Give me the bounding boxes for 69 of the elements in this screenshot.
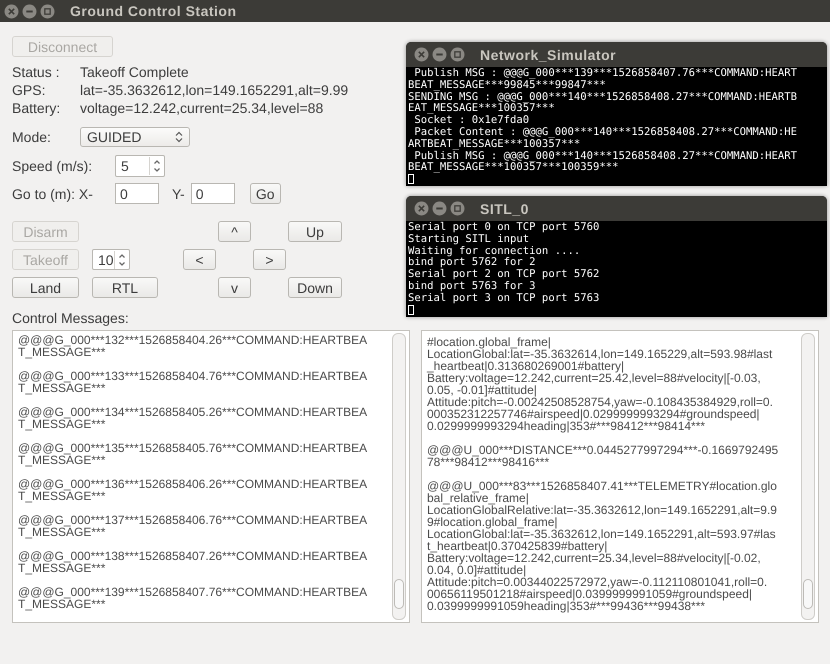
y-label: Y-: [172, 186, 185, 202]
maximize-icon[interactable]: [450, 201, 465, 216]
status-value: voltage=12.242,current=25.34,level=88: [80, 99, 324, 117]
terminal-line: ARTBEAT_MESSAGE***100357***: [408, 138, 582, 150]
terminal-line: Publish MSG : @@@G_000***139***1526858407.76***COMMAND:HEART: [413, 68, 798, 80]
up-down-arrows-icon: [175, 131, 183, 143]
message-text: @@@G_000***133***1526858404.76***COMMAND:HEARTBEA T_MESSAGE***: [18, 370, 368, 394]
message-text: @@@U_000***83***1526858407.41***TELEMETRY#location.glo bal_relative_frame| LocationGlobalRelative:lat=-35.3632612,lon=149.1652291,alt=9.9 9#location.global_frame| LocationGlobal:lat=-35.3632612,lon=149.1652291,alt=593.97#las t_heartbeat|0.370425839#battery| Battery:voltage=12.242,current=25.34,level=88#velocity|[-0.02, 0.04, 0.0]#attitude| Attitude:pitch=0.00344022572972,yaw=-0.112110801041,roll=0. 00656119501218#airspeed|0.0399999991059#groundspeed| 0.0399999991059heading|353#***99436***99438***: [427, 480, 777, 612]
terminal-line: bind port 5762 for 2: [408, 257, 537, 269]
control-button[interactable]: <: [183, 249, 216, 270]
control-messages-label: Control Messages:: [12, 310, 129, 326]
speed-label: Speed (m/s):: [12, 158, 94, 174]
terminal-line: Packet Content : @@@G_000***140***1526858408.27***COMMAND:HE: [413, 126, 798, 139]
status-value: lat=-35.3632612,lon=149.1652291,alt=9.99: [80, 81, 348, 99]
terminal-line: Serial port 3 on TCP port 5763: [408, 292, 600, 305]
scrollbar[interactable]: [392, 333, 406, 620]
close-icon[interactable]: [4, 4, 19, 18]
takeoff-altitude-spinbox[interactable]: 10: [92, 249, 130, 270]
message-text: @@@G_000***134***1526858405.26***COMMAND:HEARTBEA T_MESSAGE***: [18, 406, 368, 430]
message-text: @@@G_000***136***1526858406.26***COMMAND:HEARTBEA T_MESSAGE***: [18, 478, 368, 502]
mode-dropdown[interactable]: GUIDED: [80, 127, 190, 147]
control-button[interactable]: Land: [12, 277, 79, 298]
terminal-line: Socket : 0x1e7fda0: [413, 115, 530, 127]
terminal-line: BEAT_MESSAGE***100357***100359***: [408, 162, 618, 174]
control-button[interactable]: Up: [288, 221, 342, 242]
y-input-field[interactable]: 0: [190, 183, 235, 204]
message-text: @@@U_000***DISTANCE***0.0445277997294***-0.1669792495 78***98412***98416***: [427, 444, 778, 468]
mode-label: Mode:: [12, 129, 52, 145]
minimize-icon[interactable]: [432, 47, 447, 62]
go-button[interactable]: Go: [250, 183, 281, 204]
terminal-line: Waiting for connection ....: [408, 246, 582, 257]
message-text: @@@G_000***139***1526858407.76***COMMAND:HEARTBEA T_MESSAGE***: [18, 586, 368, 610]
message-text: @@@G_000***137***1526858406.76***COMMAND:HEARTBEA T_MESSAGE***: [18, 514, 368, 538]
message-text: @@@G_000***135***1526858405.76***COMMAND:HEARTBEA T_MESSAGE***: [18, 442, 368, 466]
x-input-field[interactable]: 0: [115, 183, 159, 204]
status-label: Battery:: [12, 99, 62, 117]
status-value: Takeoff Complete: [80, 63, 190, 81]
maximize-icon[interactable]: [450, 47, 465, 62]
terminal-line: Publish MSG : @@@G_000***140***1526858408.27***COMMAND:HEART: [413, 150, 798, 162]
terminal-line: bind port 5763 for 3: [408, 280, 537, 292]
message-text: @@@G_000***138***1526858407.26***COMMAND:HEARTBEA T_MESSAGE***: [18, 550, 368, 574]
terminal-line: EAT_MESSAGE***100357***: [408, 103, 555, 115]
minimize-icon[interactable]: [432, 201, 447, 216]
terminal-line: SENDING MSG : @@@G_000***140***1526858408.27***COMMAND:HEARTB: [408, 92, 798, 104]
maximize-icon[interactable]: [40, 4, 55, 18]
minimize-icon[interactable]: [22, 4, 37, 18]
cursor-icon: [408, 304, 414, 315]
terminal-line: BEAT_MESSAGE***99845***99847***: [408, 80, 607, 92]
cursor-icon: [408, 174, 414, 184]
close-icon[interactable]: [414, 47, 429, 62]
control-button[interactable]: v: [218, 277, 251, 298]
message-text: #location.global_frame| LocationGlobal:lat=-35.3632614,lon=149.165229,alt=593.98#last _heartbeat|0.313680269001#battery| Battery:voltage=12.242,current=25.42,level=88#velocity|[-0.03, 0.05, -0.01]#attitude| Attitude:pitch=-0.00242508528754,yaw=-0.108435384929,roll=0. 000352312257746#airspeed|0.0299999993294#groundspeed| 0.0299999993294heading|353#***98412***98414***: [427, 336, 773, 432]
terminal-line: Starting SITL input: [408, 234, 530, 245]
terminal-line: Serial port 0 on TCP port 5760: [408, 222, 600, 234]
control-button[interactable]: >: [253, 249, 286, 270]
status-label: GPS:: [12, 81, 46, 99]
message-text: @@@G_000***132***1526858404.26***COMMAND:HEARTBEA T_MESSAGE***: [18, 334, 368, 358]
close-icon[interactable]: [414, 201, 429, 216]
window-title: Network_Simulator: [480, 46, 616, 62]
scrollbar[interactable]: [801, 333, 815, 620]
control-button[interactable]: RTL: [92, 277, 158, 298]
window-title: SITL_0: [480, 200, 529, 216]
terminal-line: Serial port 2 on TCP port 5762: [408, 269, 600, 281]
window-title: Ground Control Station: [70, 3, 237, 19]
goto-label: Go to (m): X-: [12, 186, 94, 202]
speed-spinbox[interactable]: 5: [115, 155, 165, 177]
control-button[interactable]: Down: [288, 277, 342, 298]
status-label: Status :: [12, 63, 60, 81]
control-button[interactable]: ^: [218, 221, 251, 242]
